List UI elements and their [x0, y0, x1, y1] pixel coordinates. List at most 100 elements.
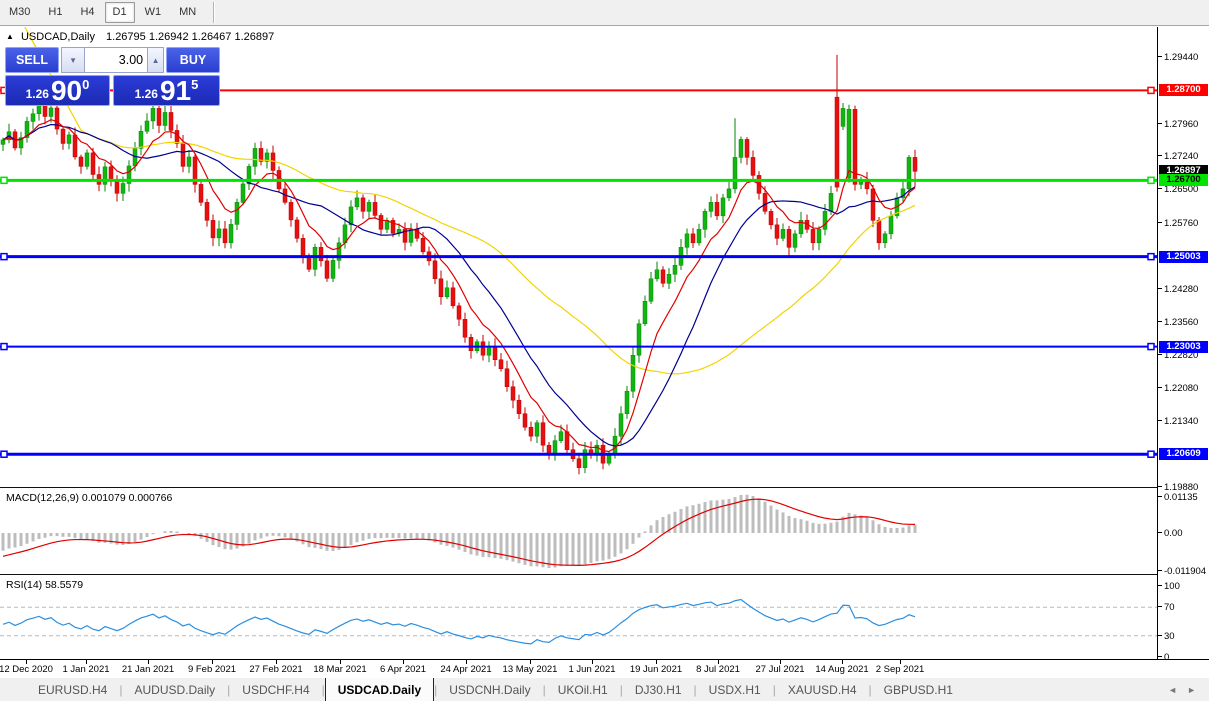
tick-mark [1158, 420, 1162, 422]
timeframe-button-h4[interactable]: H4 [72, 2, 102, 23]
chart-tab-audusd-daily[interactable]: AUDUSD.Daily [122, 678, 227, 701]
bull-candle [888, 215, 894, 235]
one-click-trade-panel: SELL ▼ 3.00 ▲ BUY 1.26 90 0 1.26 91 5 [5, 47, 220, 106]
bull-candle [162, 112, 168, 126]
rsi-canvas[interactable] [0, 577, 1157, 659]
bear-candle [156, 108, 162, 126]
bear-candle [378, 215, 384, 230]
rsi-indicator-pane[interactable] [0, 577, 1157, 659]
toolbar-separator [213, 2, 215, 23]
tick-mark [1158, 188, 1162, 190]
bull-candle [648, 278, 654, 302]
bear-candle [768, 211, 774, 226]
chart-tab-usdcad-daily[interactable]: USDCAD.Daily [324, 678, 435, 701]
level-line-anchor[interactable] [1147, 450, 1155, 458]
tabs-scroll-right-icon[interactable]: ► [1182, 685, 1201, 695]
buy-button[interactable]: BUY [166, 47, 220, 73]
bull-candle [48, 107, 54, 117]
bear-candle [786, 229, 792, 248]
bear-candle [504, 368, 510, 387]
bull-candle [624, 390, 630, 414]
tick-mark [1158, 353, 1162, 355]
bull-candle [84, 152, 90, 167]
price-tick-label: 1.24280 [1158, 284, 1198, 295]
resistance-level-badge: 1.28700 [1159, 84, 1208, 97]
bull-candle [702, 211, 708, 230]
chart-tab-usdcnh-daily[interactable]: USDCNH.Daily [437, 678, 542, 701]
bull-candle [150, 108, 156, 122]
bear-candle [78, 156, 84, 167]
chart-tab-eurusd-h4[interactable]: EURUSD.H4 [26, 678, 119, 701]
macd-axis-label: 0.01135 [1158, 492, 1198, 503]
timeframe-button-w1[interactable]: W1 [137, 2, 170, 23]
macd-canvas[interactable] [0, 490, 1157, 574]
level-line-anchor[interactable] [1147, 252, 1155, 261]
bull-candle [738, 139, 744, 158]
bull-candle [642, 301, 648, 325]
bear-candle [528, 426, 534, 437]
sell-price-main: 90 [50, 75, 83, 106]
bull-candle [828, 193, 834, 212]
level-line-anchor[interactable] [0, 176, 8, 185]
bear-candle [90, 152, 96, 175]
level-line-anchor[interactable] [1147, 176, 1155, 185]
macd-indicator-pane[interactable] [0, 490, 1157, 574]
chart-tab-ukoil-h1[interactable]: UKOil.H1 [546, 678, 620, 701]
support1-level-badge: 1.25003 [1159, 250, 1208, 263]
bear-candle [690, 233, 696, 244]
level-line-anchor[interactable] [1147, 342, 1155, 351]
support2-level-badge: 1.23003 [1159, 340, 1208, 353]
timeframe-button-h1[interactable]: H1 [40, 2, 70, 23]
volume-decrease-button[interactable]: ▼ [61, 47, 86, 73]
bear-candle [60, 128, 66, 144]
bear-candle [714, 202, 720, 217]
level-line-anchor[interactable] [1147, 86, 1155, 95]
chart-tab-xauusd-h4[interactable]: XAUUSD.H4 [776, 678, 869, 701]
timeframe-button-mn[interactable]: MN [171, 2, 204, 23]
volume-increase-button[interactable]: ▲ [148, 47, 164, 73]
sell-price-button[interactable]: 1.26 90 0 [5, 75, 111, 106]
bull-candle [0, 139, 6, 145]
date-label: 8 Jul 2021 [696, 664, 740, 675]
bear-candle [540, 422, 546, 446]
bull-candle [636, 323, 642, 356]
date-axis[interactable]: 12 Dec 2020 1 Jan 2021 21 Jan 2021 9 Feb 20… [0, 659, 1209, 678]
price-tick-label: 1.29440 [1158, 52, 1198, 63]
chart-tab-dj30-h1[interactable]: DJ30.H1 [623, 678, 694, 701]
buy-price-main: 91 [159, 75, 192, 106]
tick-mark [1158, 387, 1162, 389]
level-line-anchor[interactable] [0, 450, 8, 458]
volume-input[interactable]: 3.00 [85, 47, 149, 73]
tabbar-spacer [0, 678, 26, 701]
chart-marker-icon: ▲ [6, 32, 14, 41]
chart-tab-usdx-h1[interactable]: USDX.H1 [697, 678, 773, 701]
timeframe-button-d1[interactable]: D1 [104, 2, 135, 23]
bear-candle [762, 193, 768, 212]
tick-mark [1158, 56, 1162, 58]
rsi-axis-label: 30 [1158, 631, 1175, 642]
sell-button[interactable]: SELL [5, 47, 59, 73]
level-line-anchor[interactable] [0, 342, 8, 351]
tabs-scroll-left-icon[interactable]: ◄ [1163, 685, 1182, 695]
price-axis[interactable]: 1.29440 1.27960 1.27240 1.26500 1.25760 1.242… [1158, 27, 1209, 663]
bear-candle [438, 278, 444, 298]
timeframe-button-m30[interactable]: M30 [1, 2, 38, 23]
bull-candle [582, 449, 588, 468]
macd-label: MACD(12,26,9) 0.001079 0.000766 [6, 492, 173, 504]
bear-candle [324, 260, 330, 279]
tick-mark [1158, 320, 1162, 322]
date-label: 2 Sep 2021 [875, 664, 925, 675]
bull-candle [846, 109, 852, 179]
chart-tab-gbpusd-h1[interactable]: GBPUSD.H1 [872, 678, 965, 701]
bull-candle [732, 157, 738, 190]
bear-candle [510, 386, 516, 401]
buy-price-pip: 5 [191, 77, 199, 92]
level-line-anchor[interactable] [0, 252, 8, 261]
bull-candle [228, 224, 234, 244]
tick-mark [1158, 569, 1162, 571]
tick-mark [1158, 606, 1162, 608]
tick-mark [1158, 585, 1162, 586]
chart-tab-usdchf-h4[interactable]: USDCHF.H4 [230, 678, 321, 701]
chart-tab-bar: EURUSD.H4 | AUDUSD.Daily | USDCHF.H4 | USDCAD.… [0, 677, 1209, 701]
buy-price-button[interactable]: 1.26 91 5 [113, 75, 220, 106]
